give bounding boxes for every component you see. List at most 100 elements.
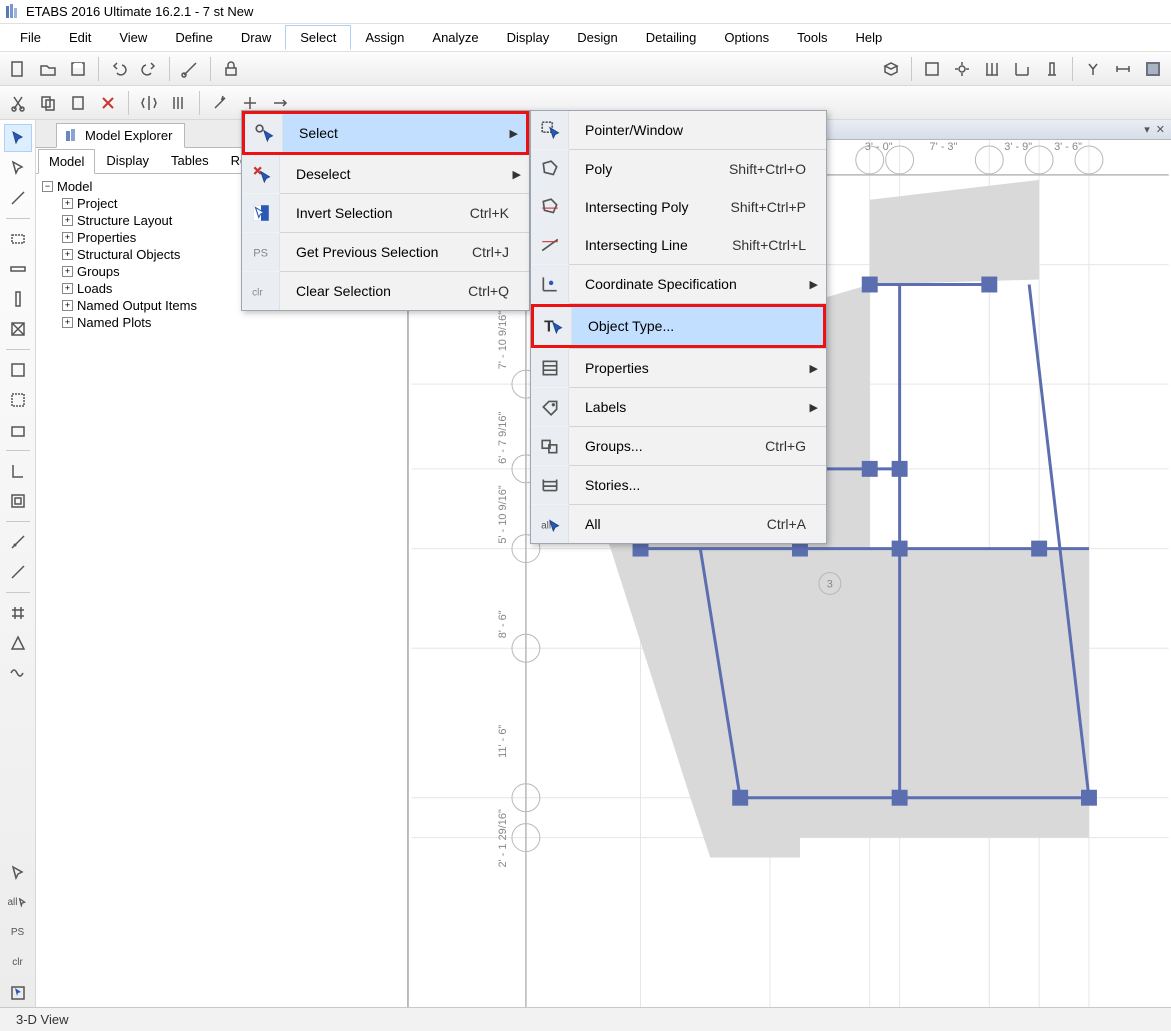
draw-wall-tool[interactable] (4, 356, 32, 384)
all-cursor-tool[interactable]: all (4, 889, 32, 917)
menu-detailing[interactable]: Detailing (632, 26, 711, 49)
menu-item-stories[interactable]: Stories... (531, 466, 826, 504)
tower-button[interactable] (1038, 55, 1066, 83)
draw-brace-tool[interactable] (4, 315, 32, 343)
draw-rect-tool[interactable] (4, 225, 32, 253)
ps-cursor-tool[interactable]: PS (4, 919, 32, 947)
menu-assign[interactable]: Assign (351, 26, 418, 49)
menu-file[interactable]: File (6, 26, 55, 49)
undo-button[interactable] (105, 55, 133, 83)
columns-button[interactable] (978, 55, 1006, 83)
save-button[interactable] (64, 55, 92, 83)
menu-item-deselect[interactable]: Deselect▶ (242, 155, 529, 193)
snap-button[interactable] (176, 55, 204, 83)
cut-button[interactable] (4, 89, 32, 117)
draw-curve-tool[interactable] (4, 558, 32, 586)
model-explorer-tab[interactable]: Model Explorer (56, 123, 185, 148)
draw-dim-tool[interactable] (4, 528, 32, 556)
menu-options[interactable]: Options (710, 26, 783, 49)
redo-button[interactable] (135, 55, 163, 83)
menu-define[interactable]: Define (161, 26, 227, 49)
menu-view[interactable]: View (105, 26, 161, 49)
svg-text:PS: PS (253, 247, 268, 259)
lock-button[interactable] (217, 55, 245, 83)
walls-button[interactable] (1008, 55, 1036, 83)
menu-item-labels[interactable]: Labels▶ (531, 388, 826, 426)
paste-button[interactable] (64, 89, 92, 117)
tree-button[interactable] (1079, 55, 1107, 83)
menu-display[interactable]: Display (493, 26, 564, 49)
render-button[interactable] (1139, 55, 1167, 83)
wave-tool[interactable] (4, 659, 32, 687)
tree-toggle-plus-icon[interactable]: + (62, 198, 73, 209)
tree-toggle-plus-icon[interactable]: + (62, 266, 73, 277)
replicate-button[interactable] (165, 89, 193, 117)
draw-column-tool[interactable] (4, 285, 32, 313)
menu-edit[interactable]: Edit (55, 26, 105, 49)
tree-toggle-plus-icon[interactable]: + (62, 232, 73, 243)
mirror-button[interactable] (135, 89, 163, 117)
draw-floor-tool[interactable] (4, 416, 32, 444)
menu-item-groups[interactable]: Groups...Ctrl+G (531, 427, 826, 465)
tree-toggle-plus-icon[interactable]: + (62, 215, 73, 226)
explorer-subtab-model[interactable]: Model (38, 149, 95, 174)
draw-l-tool[interactable] (4, 457, 32, 485)
menu-item-poly[interactable]: PolyShift+Ctrl+O (531, 150, 826, 188)
menu-item-intersecting-poly[interactable]: Intersecting PolyShift+Ctrl+P (531, 188, 826, 226)
tree-item[interactable]: + Named Plots (42, 314, 401, 331)
clr-cursor-tool[interactable]: clr (4, 949, 32, 977)
menu-select[interactable]: Select (285, 25, 351, 50)
reshape-tool[interactable] (4, 154, 32, 182)
point-tool-button[interactable] (206, 89, 234, 117)
menu-item-pointer-window[interactable]: Pointer/Window (531, 111, 826, 149)
menu-item-invert-selection[interactable]: Invert SelectionCtrl+K (242, 194, 529, 232)
window-title: ETABS 2016 Ultimate 16.2.1 - 7 st New (26, 4, 253, 19)
menu-item-all[interactable]: allAllCtrl+A (531, 505, 826, 543)
tree-item-label: Named Plots (77, 315, 151, 330)
menu-item-clear-selection[interactable]: clrClear SelectionCtrl+Q (242, 272, 529, 310)
menu-item-select[interactable]: Select▶ (245, 114, 526, 152)
bottom-cursor-tool[interactable] (4, 979, 32, 1007)
tree-item-label: Loads (77, 281, 112, 296)
cursor-small-tool[interactable] (4, 859, 32, 887)
canvas-menu-caret-icon[interactable]: ▾ (1144, 123, 1150, 136)
open-button[interactable] (34, 55, 62, 83)
joint-button[interactable] (948, 55, 976, 83)
draw-beam-tool[interactable] (4, 255, 32, 283)
explorer-subtab-tables[interactable]: Tables (160, 148, 220, 173)
template-tool[interactable] (4, 629, 32, 657)
tree-toggle-plus-icon[interactable]: + (62, 283, 73, 294)
pointer-tool[interactable] (4, 124, 32, 152)
menu-item-object-type[interactable]: TObject Type... (534, 307, 823, 345)
draw-line-tool[interactable] (4, 184, 32, 212)
menu-item-intersecting-line[interactable]: Intersecting LineShift+Ctrl+L (531, 226, 826, 264)
copy-button[interactable] (34, 89, 62, 117)
explorer-subtab-display[interactable]: Display (95, 148, 160, 173)
menu-analyze[interactable]: Analyze (418, 26, 492, 49)
tree-root-label: Model (57, 179, 92, 194)
menu-design[interactable]: Design (563, 26, 631, 49)
grid-tool[interactable] (4, 599, 32, 627)
tree-toggle-plus-icon[interactable]: + (62, 249, 73, 260)
new-file-button[interactable] (4, 55, 32, 83)
tree-toggle-plus-icon[interactable]: + (62, 317, 73, 328)
menu-item-label: Stories... (569, 477, 806, 493)
tree-toggle-minus-icon[interactable]: − (42, 181, 53, 192)
poly-int-icon (531, 188, 569, 226)
dimension-button[interactable] (1109, 55, 1137, 83)
menu-help[interactable]: Help (842, 26, 897, 49)
menu-tools[interactable]: Tools (783, 26, 841, 49)
menu-item-properties[interactable]: Properties▶ (531, 349, 826, 387)
tree-toggle-plus-icon[interactable]: + (62, 300, 73, 311)
frame-button[interactable] (918, 55, 946, 83)
menu-item-get-previous-selection[interactable]: PSGet Previous SelectionCtrl+J (242, 233, 529, 271)
explorer-title: Model Explorer (85, 128, 172, 143)
menu-item-coordinate-specification[interactable]: Coordinate Specification▶ (531, 265, 826, 303)
props-icon (531, 349, 569, 387)
delete-button[interactable] (94, 89, 122, 117)
menu-draw[interactable]: Draw (227, 26, 285, 49)
view3d-button[interactable] (877, 55, 905, 83)
canvas-close-icon[interactable]: ✕ (1156, 123, 1165, 136)
draw-square-tool[interactable] (4, 487, 32, 515)
draw-slab-tool[interactable] (4, 386, 32, 414)
